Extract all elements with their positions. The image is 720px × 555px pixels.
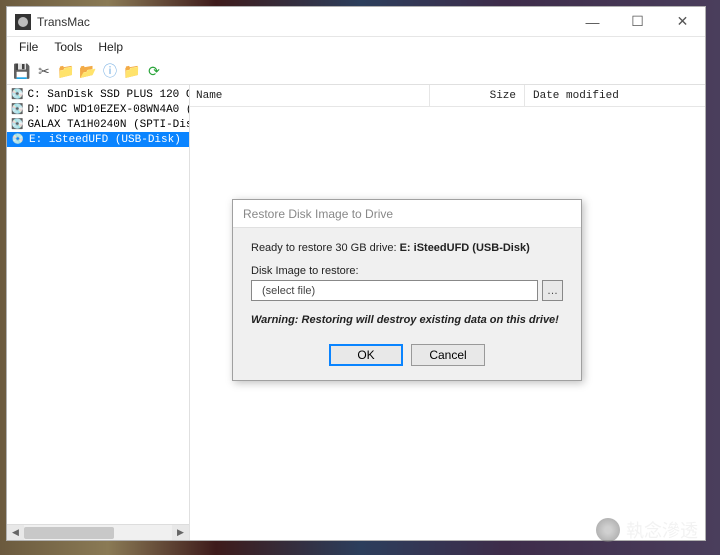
file-select-row: (select file) … <box>251 280 563 301</box>
menu-help[interactable]: Help <box>90 38 131 56</box>
column-date[interactable]: Date modified <box>525 85 705 106</box>
warning-text: Warning: Restoring will destroy existing… <box>251 314 563 326</box>
menu-file[interactable]: File <box>11 38 46 56</box>
drive-label: C: SanDisk SSD PLUS 120 GB ( <box>27 89 189 101</box>
app-icon <box>15 14 31 30</box>
new-folder-icon[interactable]: 📁 <box>123 62 141 80</box>
drive-tree: 💽 C: SanDisk SSD PLUS 120 GB ( 💽 D: WDC WD1… <box>7 85 190 540</box>
folder-open-icon[interactable]: 📂 <box>79 62 97 80</box>
drive-icon: 💽 <box>11 104 23 116</box>
dialog-buttons: OK Cancel <box>233 338 581 380</box>
ready-drive: E: iSteedUFD (USB-Disk) <box>400 242 530 254</box>
watermark-icon <box>596 518 620 542</box>
ready-text: Ready to restore 30 GB drive: E: iSteedU… <box>251 242 563 254</box>
close-button[interactable]: ✕ <box>660 7 705 36</box>
restore-dialog: Restore Disk Image to Drive Ready to res… <box>232 199 582 381</box>
refresh-icon[interactable]: ⟳ <box>145 62 163 80</box>
column-name[interactable]: Name <box>190 85 430 106</box>
scroll-thumb[interactable] <box>24 527 114 539</box>
column-size[interactable]: Size <box>430 85 525 106</box>
drive-item[interactable]: 💿 E: iSteedUFD (USB-Disk) <box>7 132 189 147</box>
dialog-body: Ready to restore 30 GB drive: E: iSteedU… <box>233 228 581 338</box>
toolbar: 💾✂📁📂ⓘ📁⟳ <box>7 57 705 85</box>
drive-icon: 💿 <box>11 134 25 146</box>
watermark: 執念滲透 <box>596 517 698 543</box>
maximize-button[interactable]: ☐ <box>615 7 660 36</box>
browse-button[interactable]: … <box>542 280 563 301</box>
drive-item[interactable]: 💽 C: SanDisk SSD PLUS 120 GB ( <box>7 87 189 102</box>
save-icon[interactable]: 💾 <box>13 62 31 80</box>
info-icon[interactable]: ⓘ <box>101 62 119 80</box>
drive-icon: 💽 <box>11 89 23 101</box>
scroll-right-icon[interactable]: ▶ <box>172 525 189 540</box>
menubar: File Tools Help <box>7 37 705 57</box>
scroll-left-icon[interactable]: ◀ <box>7 525 24 540</box>
window-title: TransMac <box>37 15 90 29</box>
menu-tools[interactable]: Tools <box>46 38 90 56</box>
minimize-button[interactable]: — <box>570 7 615 36</box>
dialog-title: Restore Disk Image to Drive <box>233 200 581 228</box>
ready-prefix: Ready to restore 30 GB drive: <box>251 242 400 254</box>
list-header: Name Size Date modified <box>190 85 705 107</box>
drive-label: D: WDC WD10EZEX-08WN4A0 (SAT <box>27 104 189 116</box>
drive-item[interactable]: 💽 GALAX TA1H0240N (SPTI-Disk) <box>7 117 189 132</box>
drive-item[interactable]: 💽 D: WDC WD10EZEX-08WN4A0 (SAT <box>7 102 189 117</box>
ok-button[interactable]: OK <box>329 344 403 366</box>
drive-label: E: iSteedUFD (USB-Disk) <box>29 134 181 146</box>
tree-h-scrollbar[interactable]: ◀ ▶ <box>7 524 189 540</box>
watermark-text: 執念滲透 <box>626 517 698 543</box>
disk-image-label: Disk Image to restore: <box>251 265 563 277</box>
drive-label: GALAX TA1H0240N (SPTI-Disk) <box>27 119 189 131</box>
folder-icon[interactable]: 📁 <box>57 62 75 80</box>
titlebar[interactable]: TransMac — ☐ ✕ <box>7 7 705 37</box>
window-controls: — ☐ ✕ <box>570 7 705 36</box>
scissors-icon[interactable]: ✂ <box>35 62 53 80</box>
cancel-button[interactable]: Cancel <box>411 344 485 366</box>
file-path-input[interactable]: (select file) <box>251 280 538 301</box>
drive-icon: 💽 <box>11 119 23 131</box>
